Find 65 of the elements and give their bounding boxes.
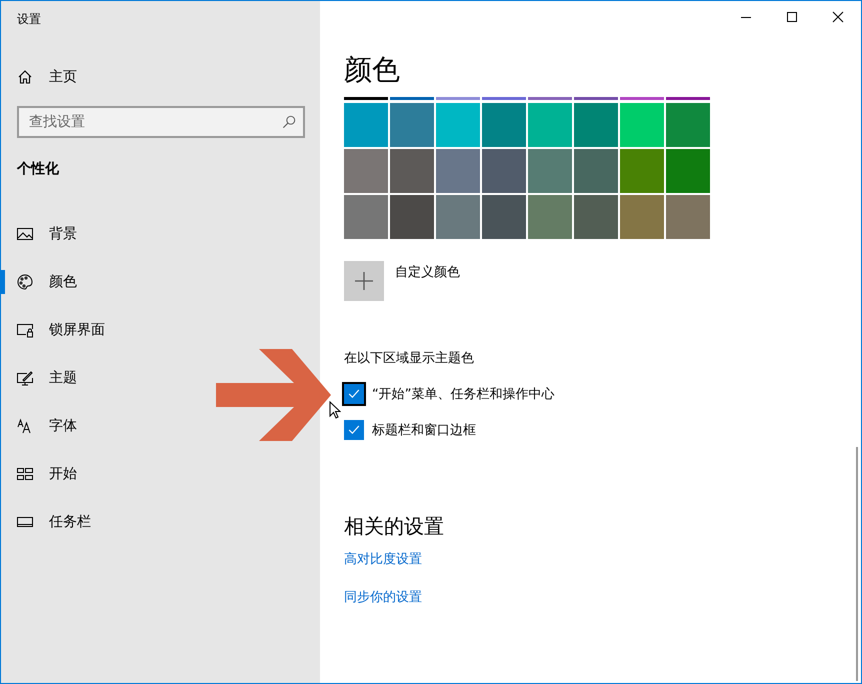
- search-icon: [282, 115, 296, 129]
- color-swatch[interactable]: [666, 195, 710, 239]
- palette-icon: [17, 274, 33, 290]
- color-swatch[interactable]: [666, 149, 710, 193]
- font-icon: [17, 418, 33, 434]
- color-swatch[interactable]: [436, 97, 480, 100]
- settings-link[interactable]: 同步你的设置: [344, 588, 422, 606]
- color-swatch[interactable]: [344, 97, 388, 100]
- section-heading: 相关的设置: [344, 513, 444, 540]
- color-swatch[interactable]: [482, 103, 526, 147]
- color-swatch[interactable]: [666, 97, 710, 100]
- sidebar-item[interactable]: 主题: [1, 354, 320, 402]
- color-swatch[interactable]: [666, 103, 710, 147]
- add-color-button[interactable]: [344, 261, 384, 301]
- color-swatch[interactable]: [344, 195, 388, 239]
- color-swatch[interactable]: [620, 97, 664, 100]
- cursor-icon: [329, 401, 341, 419]
- color-swatch[interactable]: [620, 103, 664, 147]
- sidebar-item[interactable]: 字体: [1, 402, 320, 450]
- color-swatch[interactable]: [436, 195, 480, 239]
- color-swatch[interactable]: [436, 149, 480, 193]
- home-icon: [17, 69, 33, 85]
- sidebar-item[interactable]: 任务栏: [1, 498, 320, 546]
- sidebar-item[interactable]: 背景: [1, 210, 320, 258]
- window-title: 设置: [16, 11, 42, 28]
- color-swatch[interactable]: [620, 149, 664, 193]
- color-swatch[interactable]: [574, 149, 618, 193]
- scrollbar[interactable]: [856, 447, 858, 681]
- sidebar-item[interactable]: 开始: [1, 450, 320, 498]
- color-swatch[interactable]: [528, 195, 572, 239]
- section-heading: 个性化: [16, 160, 60, 179]
- color-swatch[interactable]: [344, 103, 388, 147]
- color-swatch[interactable]: [620, 195, 664, 239]
- color-swatch[interactable]: [344, 149, 388, 193]
- sidebar-item[interactable]: 锁屏界面: [1, 306, 320, 354]
- home-nav-item[interactable]: 主页: [1, 53, 320, 101]
- color-swatch[interactable]: [390, 103, 434, 147]
- color-swatch[interactable]: [482, 195, 526, 239]
- page-title: 颜色: [344, 52, 400, 88]
- settings-link[interactable]: 高对比度设置: [344, 550, 422, 568]
- color-swatch[interactable]: [574, 103, 618, 147]
- color-swatch[interactable]: [528, 97, 572, 100]
- checkbox[interactable]: [344, 420, 364, 440]
- color-swatch[interactable]: [482, 97, 526, 100]
- color-swatch[interactable]: [574, 97, 618, 100]
- checkbox-label: 标题栏和窗口边框: [372, 422, 476, 439]
- color-swatch[interactable]: [436, 103, 480, 147]
- plus-icon: [354, 271, 374, 291]
- monitor-lock-icon: [17, 322, 33, 338]
- picture-icon: [17, 226, 33, 242]
- checkbox-label: “开始”菜单、任务栏和操作中心: [372, 386, 554, 403]
- custom-color-label: 自定义颜色: [395, 264, 460, 281]
- tiles-icon: [17, 466, 33, 482]
- color-swatch[interactable]: [528, 149, 572, 193]
- section-label: 在以下区域显示主题色: [344, 350, 474, 367]
- color-swatch[interactable]: [390, 195, 434, 239]
- sidebar-item[interactable]: 颜色: [1, 258, 320, 306]
- color-swatch[interactable]: [390, 149, 434, 193]
- color-swatch[interactable]: [528, 103, 572, 147]
- color-swatch[interactable]: [574, 195, 618, 239]
- color-swatch[interactable]: [482, 149, 526, 193]
- search-field[interactable]: 查找设置: [17, 106, 305, 138]
- monitor-brush-icon: [17, 370, 33, 386]
- color-swatch[interactable]: [390, 97, 434, 100]
- taskbar-icon: [17, 514, 33, 530]
